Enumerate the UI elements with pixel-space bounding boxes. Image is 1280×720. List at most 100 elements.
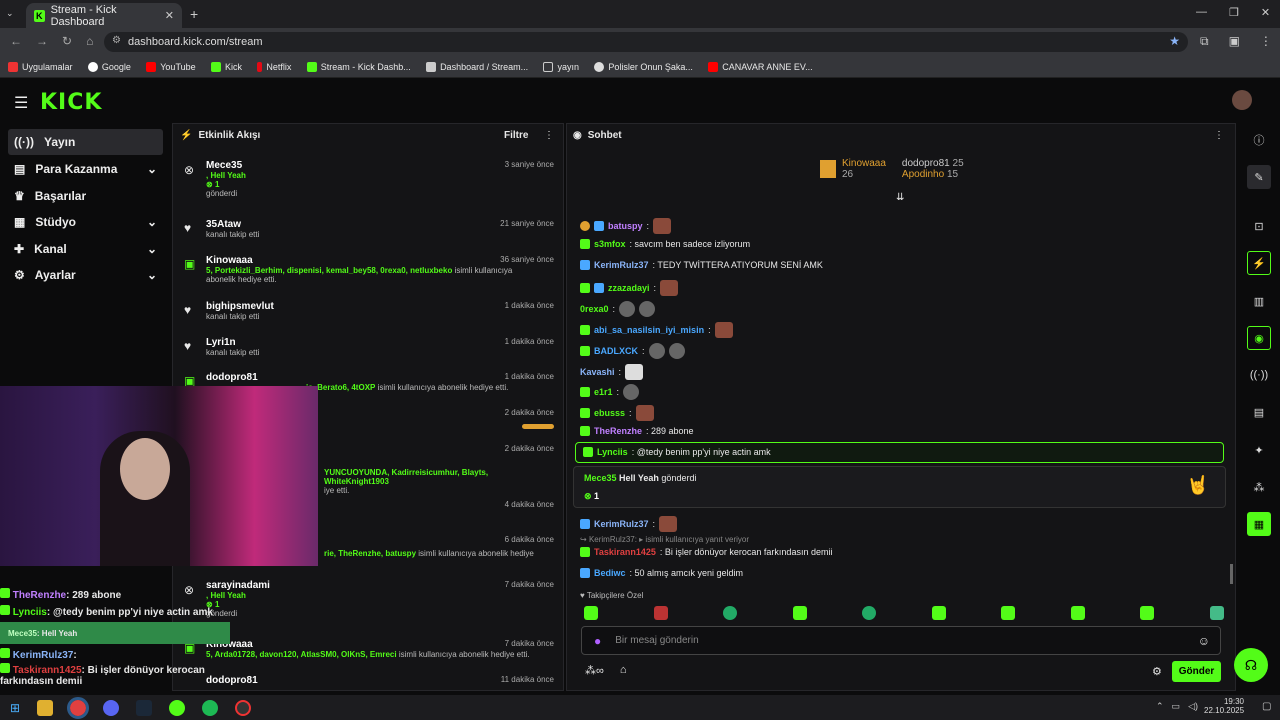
new-tab-icon[interactable]: + bbox=[190, 6, 198, 22]
clapper-icon[interactable]: ▦ bbox=[1247, 512, 1271, 536]
forward-icon[interactable]: → bbox=[36, 34, 48, 48]
bookmark-yayin[interactable]: yayın bbox=[543, 62, 579, 72]
site-info-icon[interactable]: ⚙ bbox=[112, 35, 121, 46]
bookmark-kick[interactable]: Kick bbox=[210, 62, 242, 72]
document-icon[interactable]: ▥ bbox=[1247, 289, 1271, 313]
printer-icon[interactable]: ▤ bbox=[1247, 400, 1271, 424]
support-icon[interactable]: ☊ bbox=[1234, 648, 1268, 682]
broadcast-icon[interactable]: ((·)) bbox=[1247, 363, 1271, 387]
obs-icon[interactable] bbox=[235, 700, 252, 716]
network-icon[interactable]: ▭ bbox=[1172, 701, 1181, 712]
emote-button[interactable] bbox=[584, 606, 598, 620]
chat-toggle-icon[interactable]: ◉ bbox=[1247, 326, 1271, 350]
chrome-icon[interactable] bbox=[67, 697, 90, 719]
hamburger-icon[interactable]: ☰ bbox=[14, 93, 28, 113]
send-button[interactable]: Gönder bbox=[1172, 661, 1221, 682]
emote-button[interactable] bbox=[1140, 606, 1155, 620]
nav-para-kazanma[interactable]: ▤ Para Kazanma ⌄ bbox=[8, 156, 163, 182]
bookmark-apps[interactable]: Uygulamalar bbox=[8, 62, 73, 72]
emote-button[interactable] bbox=[653, 606, 668, 620]
chevron-down-icon: ⌄ bbox=[146, 162, 157, 176]
discord-icon[interactable] bbox=[103, 700, 120, 716]
profile-icon[interactable]: ▣ bbox=[1229, 34, 1240, 49]
chat-settings-icon[interactable]: ⚙ bbox=[1152, 665, 1162, 678]
nav-basarilar[interactable]: ♛ Başarılar bbox=[8, 183, 163, 209]
kick-logo[interactable]: KICK bbox=[40, 90, 102, 115]
emote-button[interactable] bbox=[1070, 606, 1085, 620]
url-field[interactable]: ⚙ dashboard.kick.com/stream ★ bbox=[104, 32, 1188, 52]
chat-scrollbar[interactable] bbox=[1230, 564, 1233, 584]
emote-button[interactable] bbox=[931, 606, 946, 620]
volume-icon[interactable]: ◁) bbox=[1188, 701, 1198, 712]
activity-more-icon[interactable]: ⋮ bbox=[544, 130, 554, 141]
folder-icon bbox=[543, 62, 554, 72]
activity-toggle-icon[interactable]: ⚡ bbox=[1247, 251, 1271, 275]
chat-tools-icon[interactable]: ⁂∞ bbox=[585, 664, 604, 677]
screen-icon[interactable]: ⊡ bbox=[1247, 214, 1271, 238]
activity-event: ⊗ sarayinadami , Hell Yeah ⊗ 1 gönderdi … bbox=[184, 580, 554, 618]
bookmark-stream-dash[interactable]: Stream - Kick Dashb... bbox=[306, 62, 411, 72]
bookmark-polisler[interactable]: Polisler Onun Şaka... bbox=[594, 62, 693, 72]
emote bbox=[660, 280, 679, 296]
bookmark-star-icon[interactable]: ★ bbox=[1169, 34, 1180, 48]
close-window-icon[interactable]: ✕ bbox=[1261, 6, 1270, 19]
browser-tab[interactable]: K Stream - Kick Dashboard ✕ bbox=[26, 3, 182, 28]
nav-studyo[interactable]: ▦ Stüdyo ⌄ bbox=[8, 209, 163, 235]
filter-button[interactable]: Filtre bbox=[504, 130, 528, 141]
notification-icon[interactable]: ▢ bbox=[1262, 701, 1271, 712]
restore-icon[interactable]: ❐ bbox=[1229, 6, 1239, 19]
reload-icon[interactable]: ↻ bbox=[62, 34, 72, 48]
store-icon[interactable]: ⌂ bbox=[620, 664, 627, 677]
chat-message: TheRenzhe: 289 abone bbox=[580, 426, 694, 436]
bookmark-google[interactable]: Google bbox=[87, 62, 131, 72]
reply-context: ↪ KerimRulz37: ▸ isimli kullanıcıya yanı… bbox=[580, 535, 750, 544]
info-icon[interactable]: ⓘ bbox=[1247, 128, 1271, 152]
edit-icon[interactable]: ✎ bbox=[1247, 165, 1271, 189]
nav-ayarlar[interactable]: ⚙ Ayarlar ⌄ bbox=[8, 262, 163, 288]
broadcast-icon: ((·)) bbox=[14, 135, 34, 149]
wrench-icon[interactable]: ✦ bbox=[1247, 438, 1271, 462]
emote-button[interactable] bbox=[1001, 606, 1016, 620]
emote bbox=[648, 343, 665, 359]
steam-icon[interactable] bbox=[136, 700, 153, 716]
bookmark-youtube[interactable]: YouTube bbox=[146, 62, 196, 72]
menu-icon[interactable]: ⋮ bbox=[1260, 34, 1272, 49]
chevron-down-icon: ⌄ bbox=[146, 215, 157, 229]
nav-yayin[interactable]: ((·)) Yayın bbox=[8, 129, 163, 155]
emote-button[interactable] bbox=[792, 606, 807, 620]
avatar[interactable] bbox=[1232, 90, 1252, 110]
nav-kanal[interactable]: ✚ Kanal ⌄ bbox=[8, 236, 163, 262]
emote-button[interactable] bbox=[862, 606, 877, 620]
heart-icon: ♥ bbox=[184, 339, 192, 353]
bookmark-netflix[interactable]: Netflix bbox=[257, 62, 291, 72]
tray-chevron-icon[interactable]: ⌃ bbox=[1156, 701, 1164, 712]
windows-start-icon[interactable]: ⊞ bbox=[10, 701, 20, 715]
emote-button[interactable] bbox=[1209, 606, 1224, 620]
trophy-icon: ♛ bbox=[14, 189, 25, 203]
clock[interactable]: 19:30 22.10.2025 bbox=[1204, 697, 1244, 715]
extensions-icon[interactable]: ⧉ bbox=[1200, 34, 1209, 49]
file-explorer-icon[interactable] bbox=[37, 700, 54, 716]
bookmark-dashboard[interactable]: Dashboard / Stream... bbox=[426, 62, 528, 72]
kick-icon bbox=[306, 62, 317, 72]
back-icon[interactable]: ← bbox=[10, 34, 22, 48]
streamer-face bbox=[120, 438, 170, 500]
microphone-icon[interactable]: ● bbox=[594, 634, 601, 648]
chat-more-icon[interactable]: ⋮ bbox=[1214, 130, 1224, 141]
pin-icon[interactable]: ⇊ bbox=[896, 192, 904, 203]
lightning-icon: ⚡ bbox=[180, 130, 193, 141]
dots-icon[interactable]: ⁂ bbox=[1247, 475, 1271, 499]
tab-close-icon[interactable]: ✕ bbox=[165, 9, 174, 22]
spotify-icon[interactable] bbox=[202, 700, 219, 716]
emote bbox=[659, 516, 678, 532]
kick-app-icon[interactable] bbox=[169, 700, 186, 716]
chat-input[interactable]: ● Bir mesaj gönderin ☺ bbox=[581, 626, 1221, 655]
tab-search-icon[interactable]: ⌄ bbox=[6, 8, 14, 19]
kick-header bbox=[0, 80, 1280, 122]
bookmark-canavar[interactable]: CANAVAR ANNE EV... bbox=[708, 62, 813, 72]
minimize-icon[interactable]: — bbox=[1196, 6, 1207, 19]
home-icon[interactable]: ⌂ bbox=[86, 34, 93, 48]
chat-message: ebusss: bbox=[580, 405, 654, 421]
emoji-icon[interactable]: ☺ bbox=[1198, 634, 1210, 648]
emote-button[interactable] bbox=[723, 606, 738, 620]
